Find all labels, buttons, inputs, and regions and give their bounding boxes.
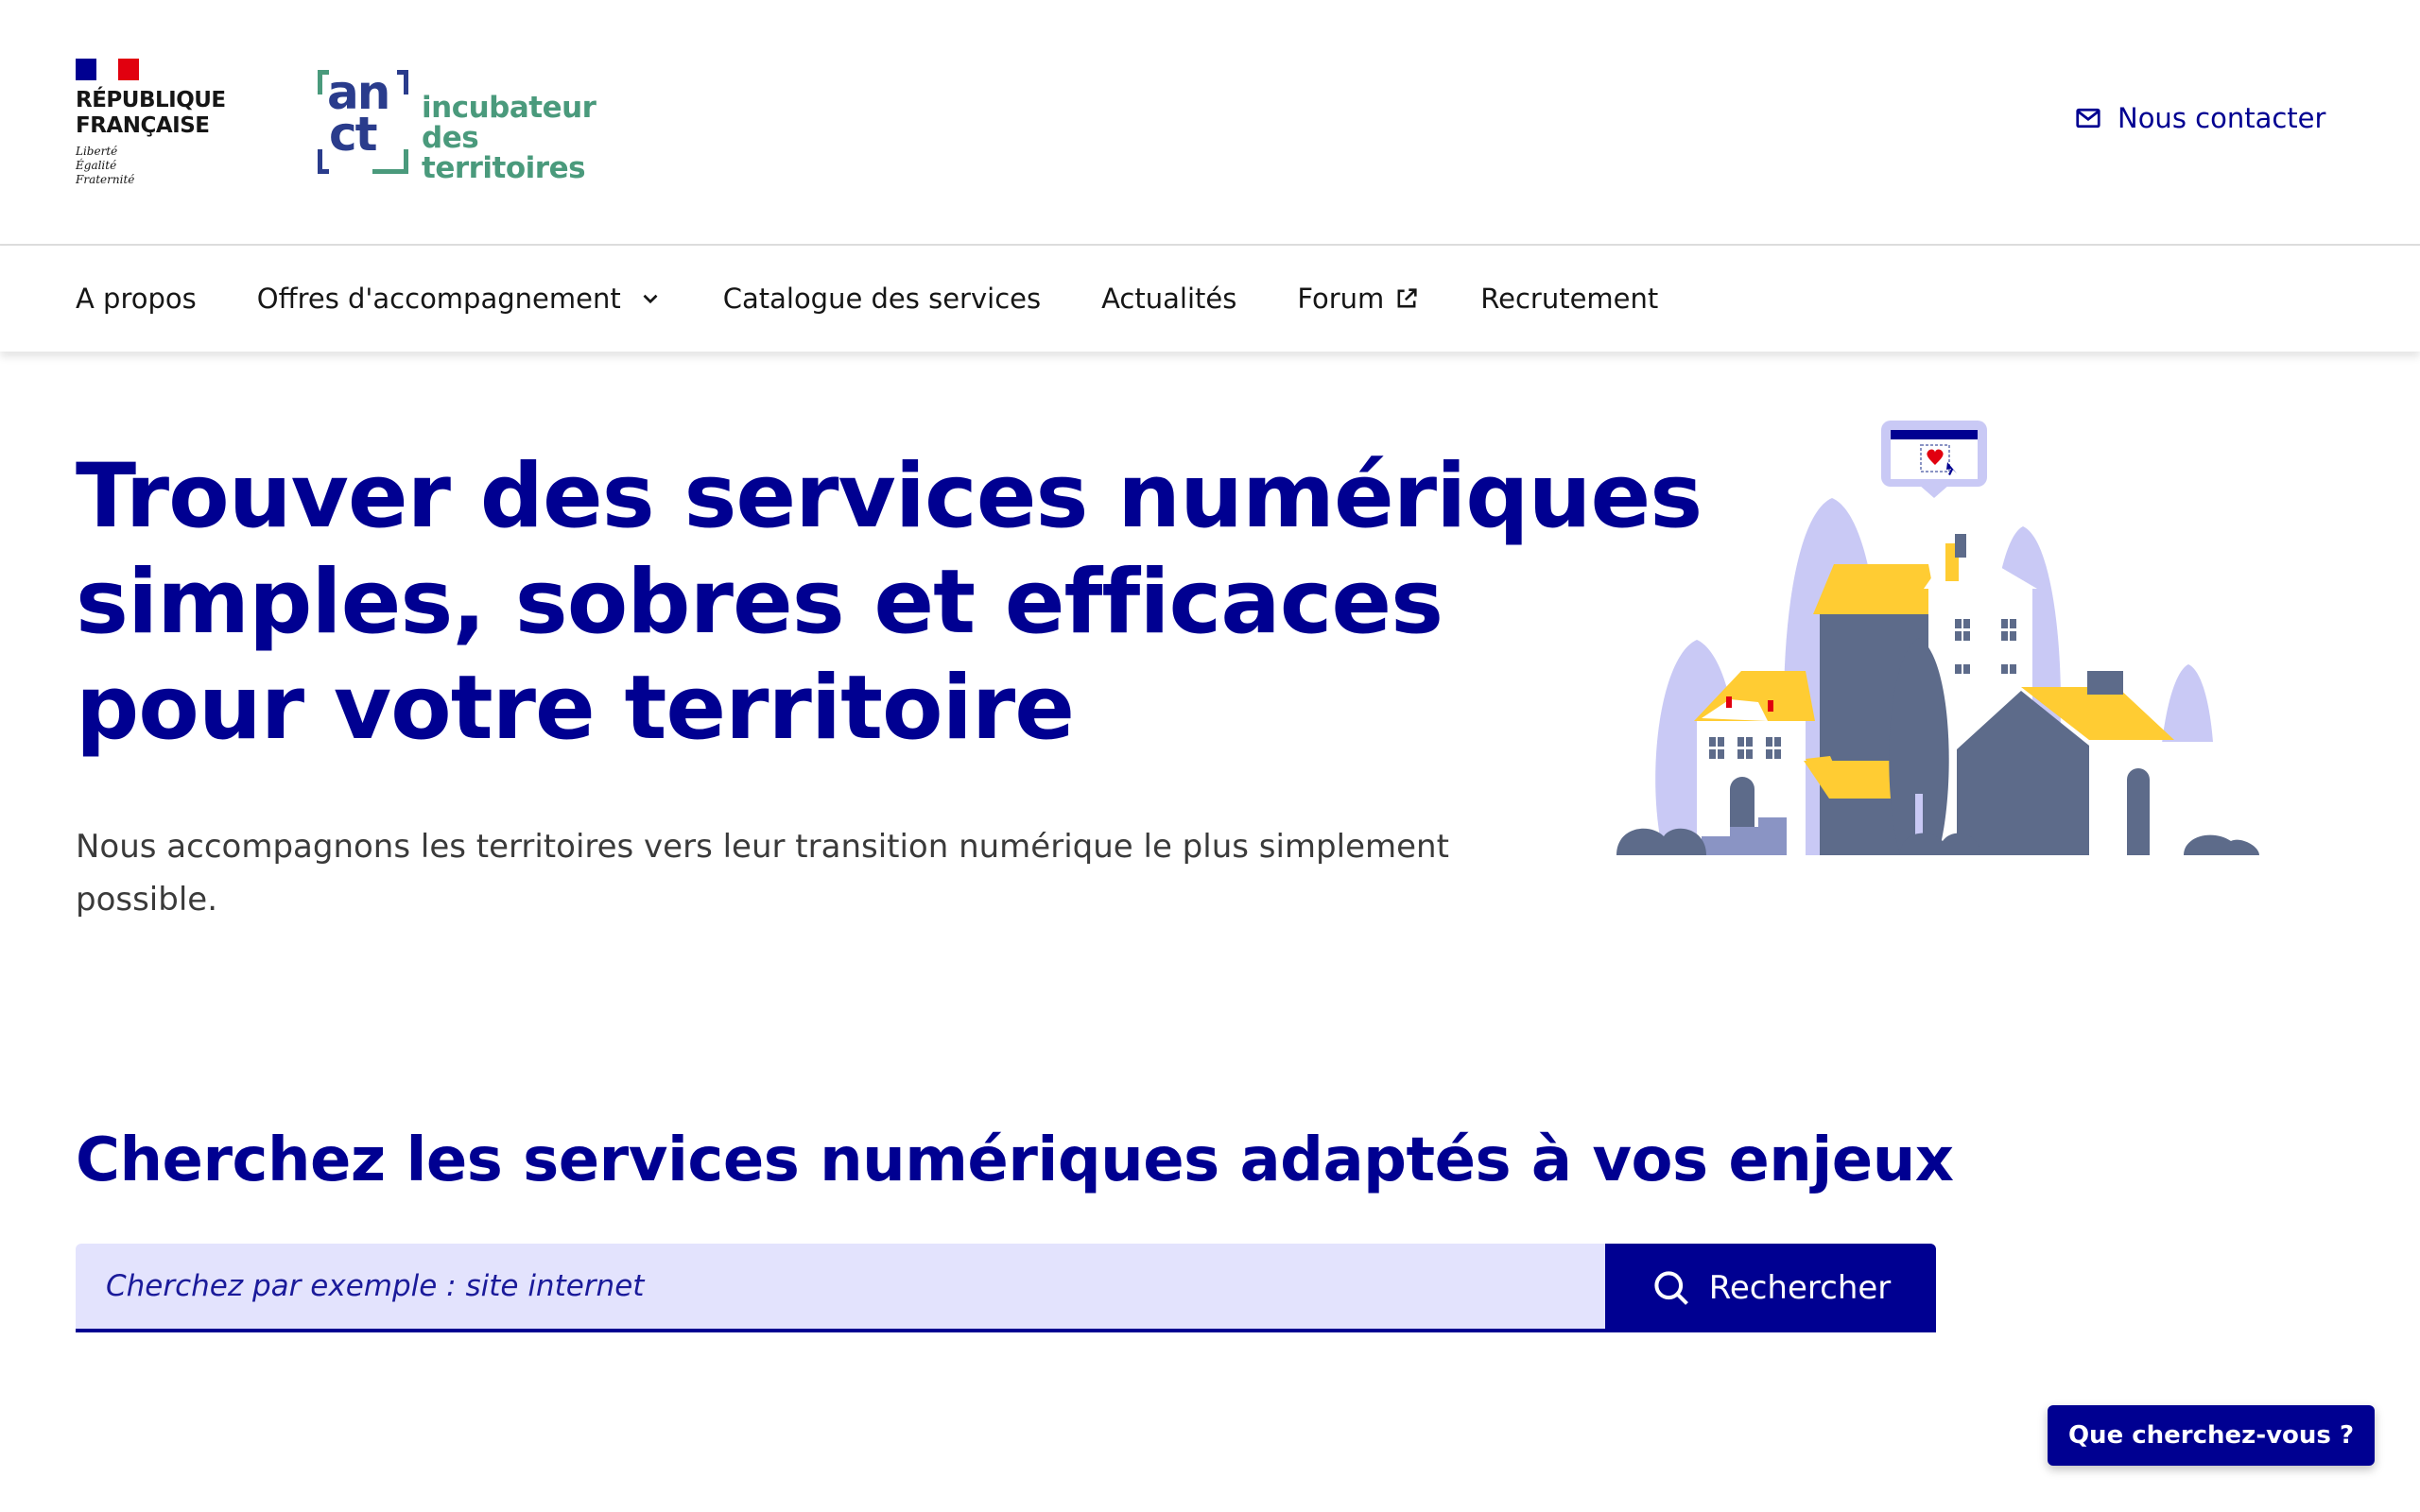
search-bar: Rechercher xyxy=(76,1244,1936,1332)
nav-item-offres[interactable]: Offres d'accompagnement xyxy=(257,283,663,315)
search-section-title: Cherchez les services numériques adaptés… xyxy=(76,1125,1954,1195)
nav-item-recrutement[interactable]: Recrutement xyxy=(1480,283,1658,315)
republique-francaise-logo[interactable]: RÉPUBLIQUE FRANÇAISE Liberté Égalité Fra… xyxy=(76,59,226,187)
nav-item-catalogue[interactable]: Catalogue des services xyxy=(723,283,1041,315)
search-button-label: Rechercher xyxy=(1708,1269,1892,1307)
contact-label: Nous contacter xyxy=(2118,102,2326,134)
marianne-flag-icon xyxy=(76,59,139,80)
chevron-down-icon xyxy=(643,294,658,304)
que-cherchez-vous-button[interactable]: Que cherchez-vous ? xyxy=(2048,1405,2375,1466)
contact-link[interactable]: Nous contacter xyxy=(2074,102,2325,134)
hero-title: Trouver des services numériques simples,… xyxy=(76,445,1703,760)
external-link-icon xyxy=(1397,288,1417,308)
anct-logo-mark: an ct xyxy=(318,66,408,177)
anct-incubateur-logo[interactable]: an ct incubateur des territoires xyxy=(318,66,639,183)
anct-logo-subtitle: incubateur des territoires xyxy=(422,91,596,185)
nav-item-actualites[interactable]: Actualités xyxy=(1101,283,1236,315)
search-input[interactable] xyxy=(76,1244,1605,1332)
republic-motto: Liberté Égalité Fraternité xyxy=(76,145,135,186)
republique-francaise-text: RÉPUBLIQUE FRANÇAISE xyxy=(76,88,226,138)
site-header: RÉPUBLIQUE FRANÇAISE Liberté Égalité Fra… xyxy=(0,0,2420,246)
search-button[interactable]: Rechercher xyxy=(1605,1244,1936,1332)
nav-item-a-propos[interactable]: A propos xyxy=(76,283,197,315)
village-illustration xyxy=(1616,421,2259,855)
search-icon xyxy=(1654,1271,1688,1305)
hero-subtitle: Nous accompagnons les territoires vers l… xyxy=(76,828,1449,919)
nav-item-forum[interactable]: Forum xyxy=(1297,283,1420,315)
mail-icon xyxy=(2076,108,2100,129)
main-navigation: A propos Offres d'accompagnement Catalog… xyxy=(0,246,2420,352)
